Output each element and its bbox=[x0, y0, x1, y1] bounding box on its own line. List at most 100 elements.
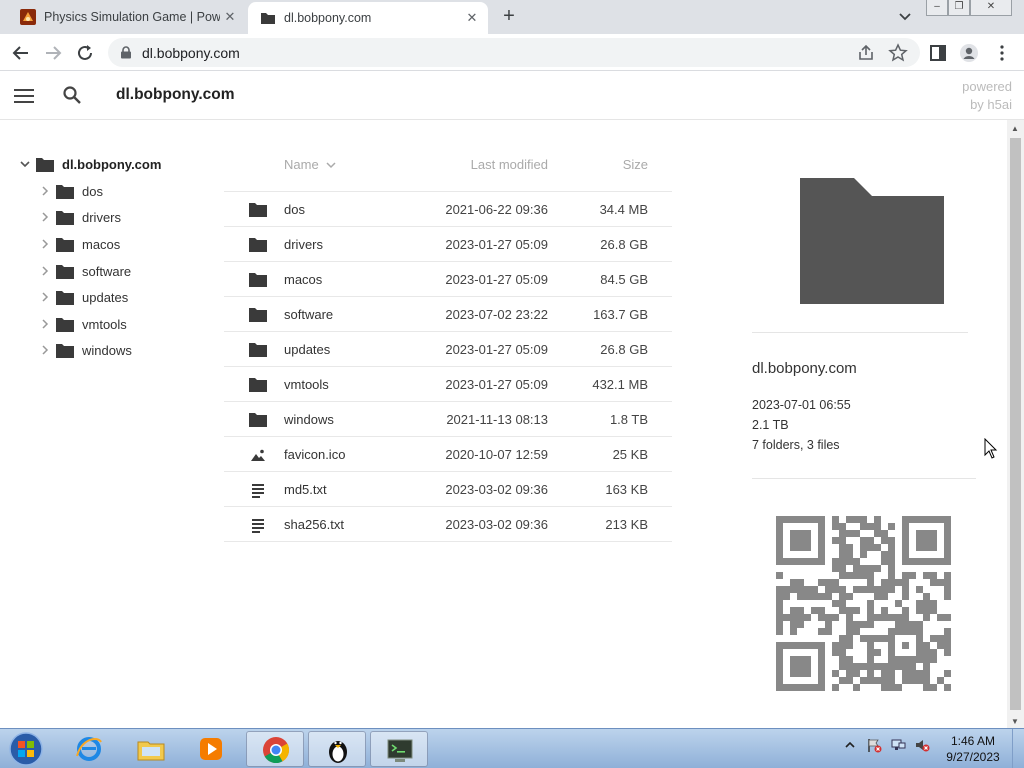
scroll-down-arrow-icon[interactable]: ▼ bbox=[1011, 717, 1019, 726]
share-icon[interactable] bbox=[856, 43, 876, 63]
chevron-right-icon[interactable] bbox=[38, 237, 52, 251]
qr-module bbox=[930, 635, 937, 642]
qr-module bbox=[790, 586, 797, 593]
qr-module bbox=[790, 530, 811, 551]
page-scrollbar[interactable]: ▲ ▼ bbox=[1007, 120, 1024, 728]
table-row[interactable]: vmtools 2023-01-27 05:09 432.1 MB bbox=[224, 367, 672, 402]
show-hidden-icons-arrow-icon[interactable] bbox=[842, 737, 858, 753]
tree-root[interactable]: dl.bobpony.com bbox=[18, 154, 161, 174]
tree-item-macos[interactable]: macos bbox=[38, 234, 120, 254]
qr-module bbox=[825, 579, 832, 586]
windows-taskbar: 1:46 AM 9/27/2023 bbox=[0, 728, 1024, 768]
qr-module bbox=[944, 579, 951, 586]
qr-module bbox=[853, 663, 860, 670]
address-bar[interactable]: dl.bobpony.com bbox=[108, 38, 920, 67]
taskbar-file-explorer[interactable] bbox=[122, 731, 180, 767]
tab-search-chevron-icon[interactable] bbox=[896, 9, 914, 25]
taskbar-terminal[interactable] bbox=[370, 731, 428, 767]
table-row[interactable]: drivers 2023-01-27 05:09 26.8 GB bbox=[224, 227, 672, 262]
sort-by-size[interactable]: Size bbox=[623, 157, 648, 172]
tab-dl-bobpony[interactable]: dl.bobpony.com ✕ bbox=[248, 2, 488, 34]
row-name[interactable]: md5.txt bbox=[284, 482, 327, 497]
qr-module bbox=[909, 621, 916, 628]
table-row[interactable]: dos 2021-06-22 09:36 34.4 MB bbox=[224, 192, 672, 227]
taskbar-internet-explorer[interactable] bbox=[60, 731, 118, 767]
chevron-down-icon[interactable] bbox=[18, 157, 32, 171]
close-tab-icon[interactable]: ✕ bbox=[462, 10, 482, 26]
sort-by-modified[interactable]: Last modified bbox=[471, 157, 548, 172]
taskbar-chrome[interactable] bbox=[246, 731, 304, 767]
row-name[interactable]: drivers bbox=[284, 237, 323, 252]
tree-item-windows[interactable]: windows bbox=[38, 340, 132, 360]
table-row[interactable]: software 2023-07-02 23:22 163.7 GB bbox=[224, 297, 672, 332]
hamburger-menu-icon[interactable] bbox=[14, 88, 34, 104]
row-name[interactable]: macos bbox=[284, 272, 322, 287]
chevron-right-icon[interactable] bbox=[38, 343, 52, 357]
menu-kebab-icon[interactable] bbox=[992, 43, 1012, 63]
table-row[interactable]: sha256.txt 2023-03-02 09:36 213 KB bbox=[224, 507, 672, 542]
qr-module bbox=[818, 628, 825, 635]
chevron-right-icon[interactable] bbox=[38, 210, 52, 224]
chevron-right-icon[interactable] bbox=[38, 317, 52, 331]
side-panel-icon[interactable] bbox=[928, 43, 948, 63]
start-button-icon[interactable] bbox=[4, 731, 48, 767]
row-name[interactable]: updates bbox=[284, 342, 330, 357]
qr-module bbox=[846, 621, 853, 628]
network-icon[interactable] bbox=[890, 737, 906, 753]
minimize-button[interactable]: ‒ bbox=[926, 0, 948, 16]
row-name[interactable]: favicon.ico bbox=[284, 447, 345, 462]
tree-item-software[interactable]: software bbox=[38, 261, 131, 281]
page-title[interactable]: dl.bobpony.com bbox=[116, 86, 235, 104]
row-name[interactable]: vmtools bbox=[284, 377, 329, 392]
row-size: 26.8 GB bbox=[600, 342, 648, 357]
bookmark-star-icon[interactable] bbox=[888, 43, 908, 63]
scroll-thumb[interactable] bbox=[1010, 138, 1021, 710]
table-row[interactable]: windows 2021-11-13 08:13 1.8 TB bbox=[224, 402, 672, 437]
row-name[interactable]: sha256.txt bbox=[284, 517, 344, 532]
clock-date: 9/27/2023 bbox=[946, 750, 1000, 764]
close-window-button[interactable]: ✕ bbox=[970, 0, 1012, 16]
row-name[interactable]: software bbox=[284, 307, 333, 322]
new-tab-button[interactable]: + bbox=[498, 6, 520, 28]
search-icon[interactable] bbox=[62, 85, 82, 105]
scroll-up-arrow-icon[interactable]: ▲ bbox=[1011, 124, 1019, 133]
chevron-right-icon[interactable] bbox=[38, 264, 52, 278]
show-desktop-button[interactable] bbox=[1012, 729, 1024, 768]
chevron-right-icon[interactable] bbox=[38, 184, 52, 198]
url-text[interactable]: dl.bobpony.com bbox=[142, 45, 240, 61]
media-player-icon bbox=[200, 738, 222, 760]
qr-module bbox=[839, 558, 846, 565]
qr-module bbox=[881, 586, 888, 593]
taskbar-clock[interactable]: 1:46 AM 9/27/2023 bbox=[938, 733, 1008, 765]
qr-module bbox=[895, 663, 902, 670]
lock-icon[interactable] bbox=[120, 46, 132, 59]
tab-powder[interactable]: Physics Simulation Game | Powder ✕ bbox=[8, 0, 246, 34]
powered-by-h5ai[interactable]: powered by h5ai bbox=[962, 78, 1012, 114]
table-row[interactable]: updates 2023-01-27 05:09 26.8 GB bbox=[224, 332, 672, 367]
back-arrow-icon[interactable] bbox=[10, 42, 32, 64]
action-center-flag-icon[interactable] bbox=[866, 737, 882, 753]
reload-icon[interactable] bbox=[74, 42, 96, 64]
chevron-right-icon[interactable] bbox=[38, 290, 52, 304]
taskbar-penguin-app[interactable] bbox=[308, 731, 366, 767]
info-date: 2023-07-01 06:55 bbox=[752, 398, 851, 412]
tree-item-updates[interactable]: updates bbox=[38, 287, 128, 307]
qr-module bbox=[916, 670, 923, 677]
tree-item-vmtools[interactable]: vmtools bbox=[38, 314, 127, 334]
table-row[interactable]: favicon.ico 2020-10-07 12:59 25 KB bbox=[224, 437, 672, 472]
table-row[interactable]: md5.txt 2023-03-02 09:36 163 KB bbox=[224, 472, 672, 507]
qr-module bbox=[902, 663, 909, 670]
row-name[interactable]: dos bbox=[284, 202, 305, 217]
profile-avatar-icon[interactable] bbox=[959, 43, 979, 63]
tree-item-dos[interactable]: dos bbox=[38, 181, 103, 201]
row-name[interactable]: windows bbox=[284, 412, 334, 427]
close-tab-icon[interactable]: ✕ bbox=[220, 9, 240, 25]
tree-item-drivers[interactable]: drivers bbox=[38, 207, 121, 227]
taskbar-media-player[interactable] bbox=[182, 731, 240, 767]
restore-button[interactable]: ❐ bbox=[948, 0, 970, 16]
forward-arrow-icon[interactable] bbox=[42, 42, 64, 64]
qr-module bbox=[776, 600, 783, 607]
sort-by-name[interactable]: Name bbox=[284, 157, 337, 172]
volume-muted-icon[interactable] bbox=[914, 737, 930, 753]
table-row[interactable]: macos 2023-01-27 05:09 84.5 GB bbox=[224, 262, 672, 297]
